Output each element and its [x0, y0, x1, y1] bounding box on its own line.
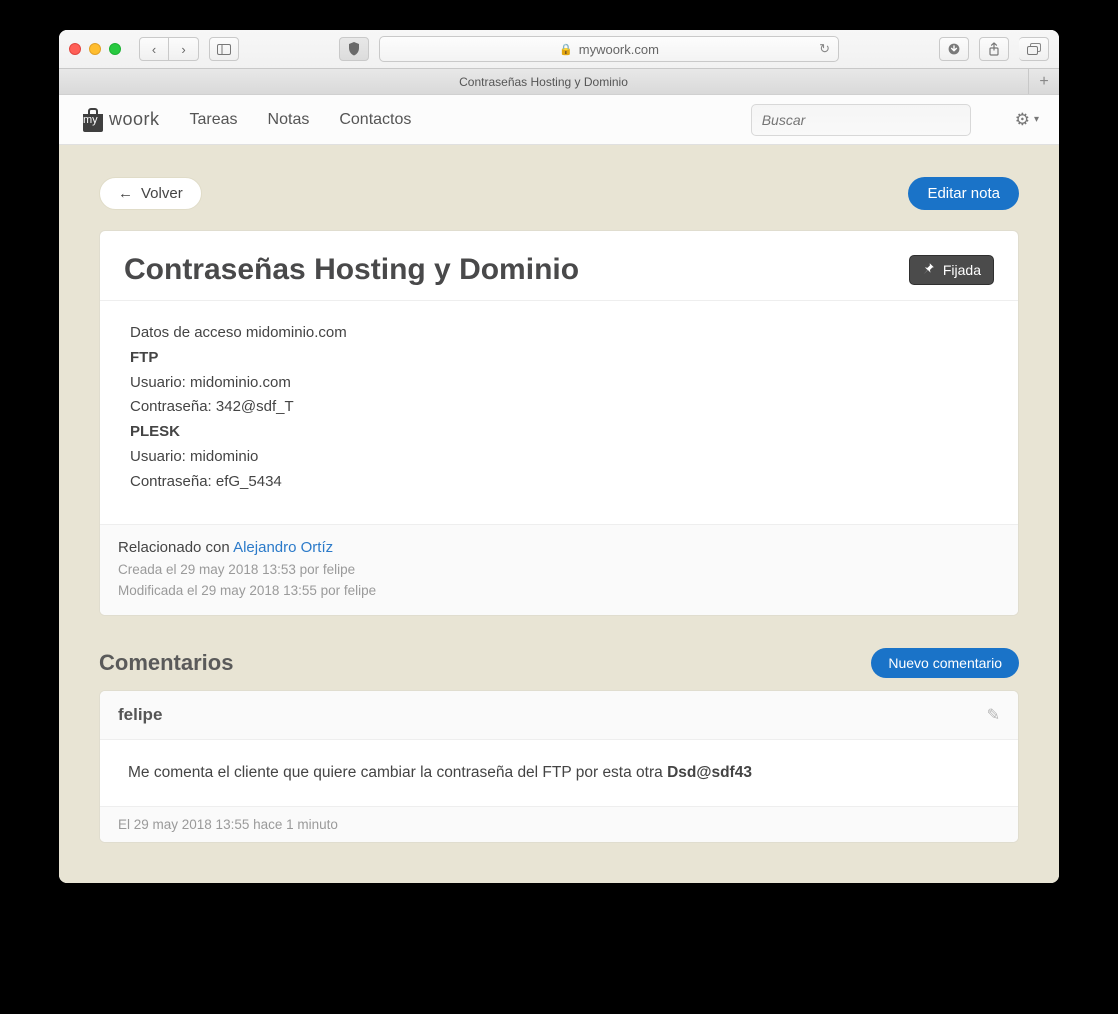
address-bar[interactable]: 🔒 mywoork.com ↻: [379, 36, 839, 62]
note-line: Usuario: midominio.com: [130, 371, 988, 396]
logo-text: woork: [109, 109, 160, 130]
note-line: PLESK: [130, 420, 988, 445]
comment-footer: El 29 may 2018 13:55 hace 1 minuto: [100, 806, 1018, 842]
sidebar-toggle-button[interactable]: [209, 37, 239, 61]
comments-heading: Comentarios: [99, 650, 233, 676]
note-title: Contraseñas Hosting y Dominio: [124, 253, 579, 286]
nav-notas[interactable]: Notas: [268, 111, 310, 129]
reload-icon[interactable]: ↻: [819, 41, 830, 57]
url-text: mywoork.com: [579, 42, 659, 57]
arrow-left-icon: ←: [118, 185, 133, 202]
settings-menu[interactable]: ⚙ ▾: [1015, 110, 1039, 130]
page-body: ← Volver Editar nota Contraseñas Hosting…: [59, 145, 1059, 853]
comments-header: Comentarios Nuevo comentario: [99, 648, 1019, 678]
maximize-window-icon[interactable]: [109, 43, 121, 55]
note-line: Usuario: midominio: [130, 445, 988, 470]
app-content: my woork Tareas Notas Contactos ⚙ ▾ ← Vo…: [59, 95, 1059, 883]
back-button[interactable]: ← Volver: [99, 177, 202, 210]
forward-button[interactable]: ›: [169, 37, 199, 61]
related-contact: Relacionado con Alejandro Ortíz: [118, 539, 1000, 556]
comment-author: felipe: [118, 705, 162, 725]
note-footer: Relacionado con Alejandro Ortíz Creada e…: [100, 524, 1018, 615]
pin-icon: [922, 262, 935, 278]
tabs-button[interactable]: [1019, 37, 1049, 61]
note-card: Contraseñas Hosting y Dominio Fijada Dat…: [99, 230, 1019, 616]
new-tab-button[interactable]: +: [1029, 69, 1059, 94]
related-contact-link[interactable]: Alejandro Ortíz: [233, 539, 333, 556]
browser-tab[interactable]: Contraseñas Hosting y Dominio: [59, 69, 1029, 94]
app-logo[interactable]: my woork: [79, 107, 160, 133]
note-body: Datos de acceso midominio.com FTP Usuari…: [100, 301, 1018, 524]
note-line: Contraseña: 342@sdf_T: [130, 395, 988, 420]
tab-title: Contraseñas Hosting y Dominio: [459, 75, 628, 89]
nav-buttons: ‹ ›: [139, 37, 199, 61]
nav-contactos[interactable]: Contactos: [339, 111, 411, 129]
note-line: Contraseña: efG_5434: [130, 470, 988, 495]
modified-meta: Modificada el 29 may 2018 13:55 por feli…: [118, 581, 1000, 601]
window-controls: [69, 43, 121, 55]
comment-timestamp: El 29 may 2018 13:55 hace 1 minuto: [118, 817, 338, 832]
gear-icon: ⚙: [1015, 110, 1030, 130]
note-line: FTP: [130, 346, 988, 371]
note-line: Datos de acceso midominio.com: [130, 321, 988, 346]
nav-tareas[interactable]: Tareas: [190, 111, 238, 129]
edit-note-button[interactable]: Editar nota: [908, 177, 1019, 210]
back-label: Volver: [141, 185, 183, 202]
pencil-icon[interactable]: ✎: [987, 705, 1000, 725]
new-comment-label: Nuevo comentario: [888, 655, 1002, 671]
privacy-shield-button[interactable]: [339, 37, 369, 61]
minimize-window-icon[interactable]: [89, 43, 101, 55]
download-button[interactable]: [939, 37, 969, 61]
chevron-down-icon: ▾: [1034, 114, 1039, 125]
comment-header: felipe ✎: [100, 691, 1018, 740]
logo-mark-icon: my: [79, 107, 107, 133]
close-window-icon[interactable]: [69, 43, 81, 55]
pinned-badge[interactable]: Fijada: [909, 255, 994, 285]
lock-icon: 🔒: [559, 43, 573, 56]
comment-body: Me comenta el cliente que quiere cambiar…: [100, 740, 1018, 806]
note-card-header: Contraseñas Hosting y Dominio Fijada: [100, 231, 1018, 301]
back-button[interactable]: ‹: [139, 37, 169, 61]
new-comment-button[interactable]: Nuevo comentario: [871, 648, 1019, 678]
search-input[interactable]: [751, 104, 971, 136]
browser-chrome: ‹ › 🔒 mywoork.com ↻: [59, 30, 1059, 95]
page-actions: ← Volver Editar nota: [99, 177, 1019, 210]
app-header: my woork Tareas Notas Contactos ⚙ ▾: [59, 95, 1059, 145]
comment-text: Me comenta el cliente que quiere cambiar…: [128, 764, 667, 781]
pinned-label: Fijada: [943, 262, 981, 278]
edit-note-label: Editar nota: [927, 185, 1000, 202]
comment-text-bold: Dsd@sdf43: [667, 764, 752, 781]
comment-card: felipe ✎ Me comenta el cliente que quier…: [99, 690, 1019, 843]
browser-toolbar: ‹ › 🔒 mywoork.com ↻: [59, 30, 1059, 68]
share-button[interactable]: [979, 37, 1009, 61]
tab-bar: Contraseñas Hosting y Dominio +: [59, 68, 1059, 94]
browser-window: ‹ › 🔒 mywoork.com ↻: [59, 30, 1059, 883]
created-meta: Creada el 29 may 2018 13:53 por felipe: [118, 560, 1000, 580]
